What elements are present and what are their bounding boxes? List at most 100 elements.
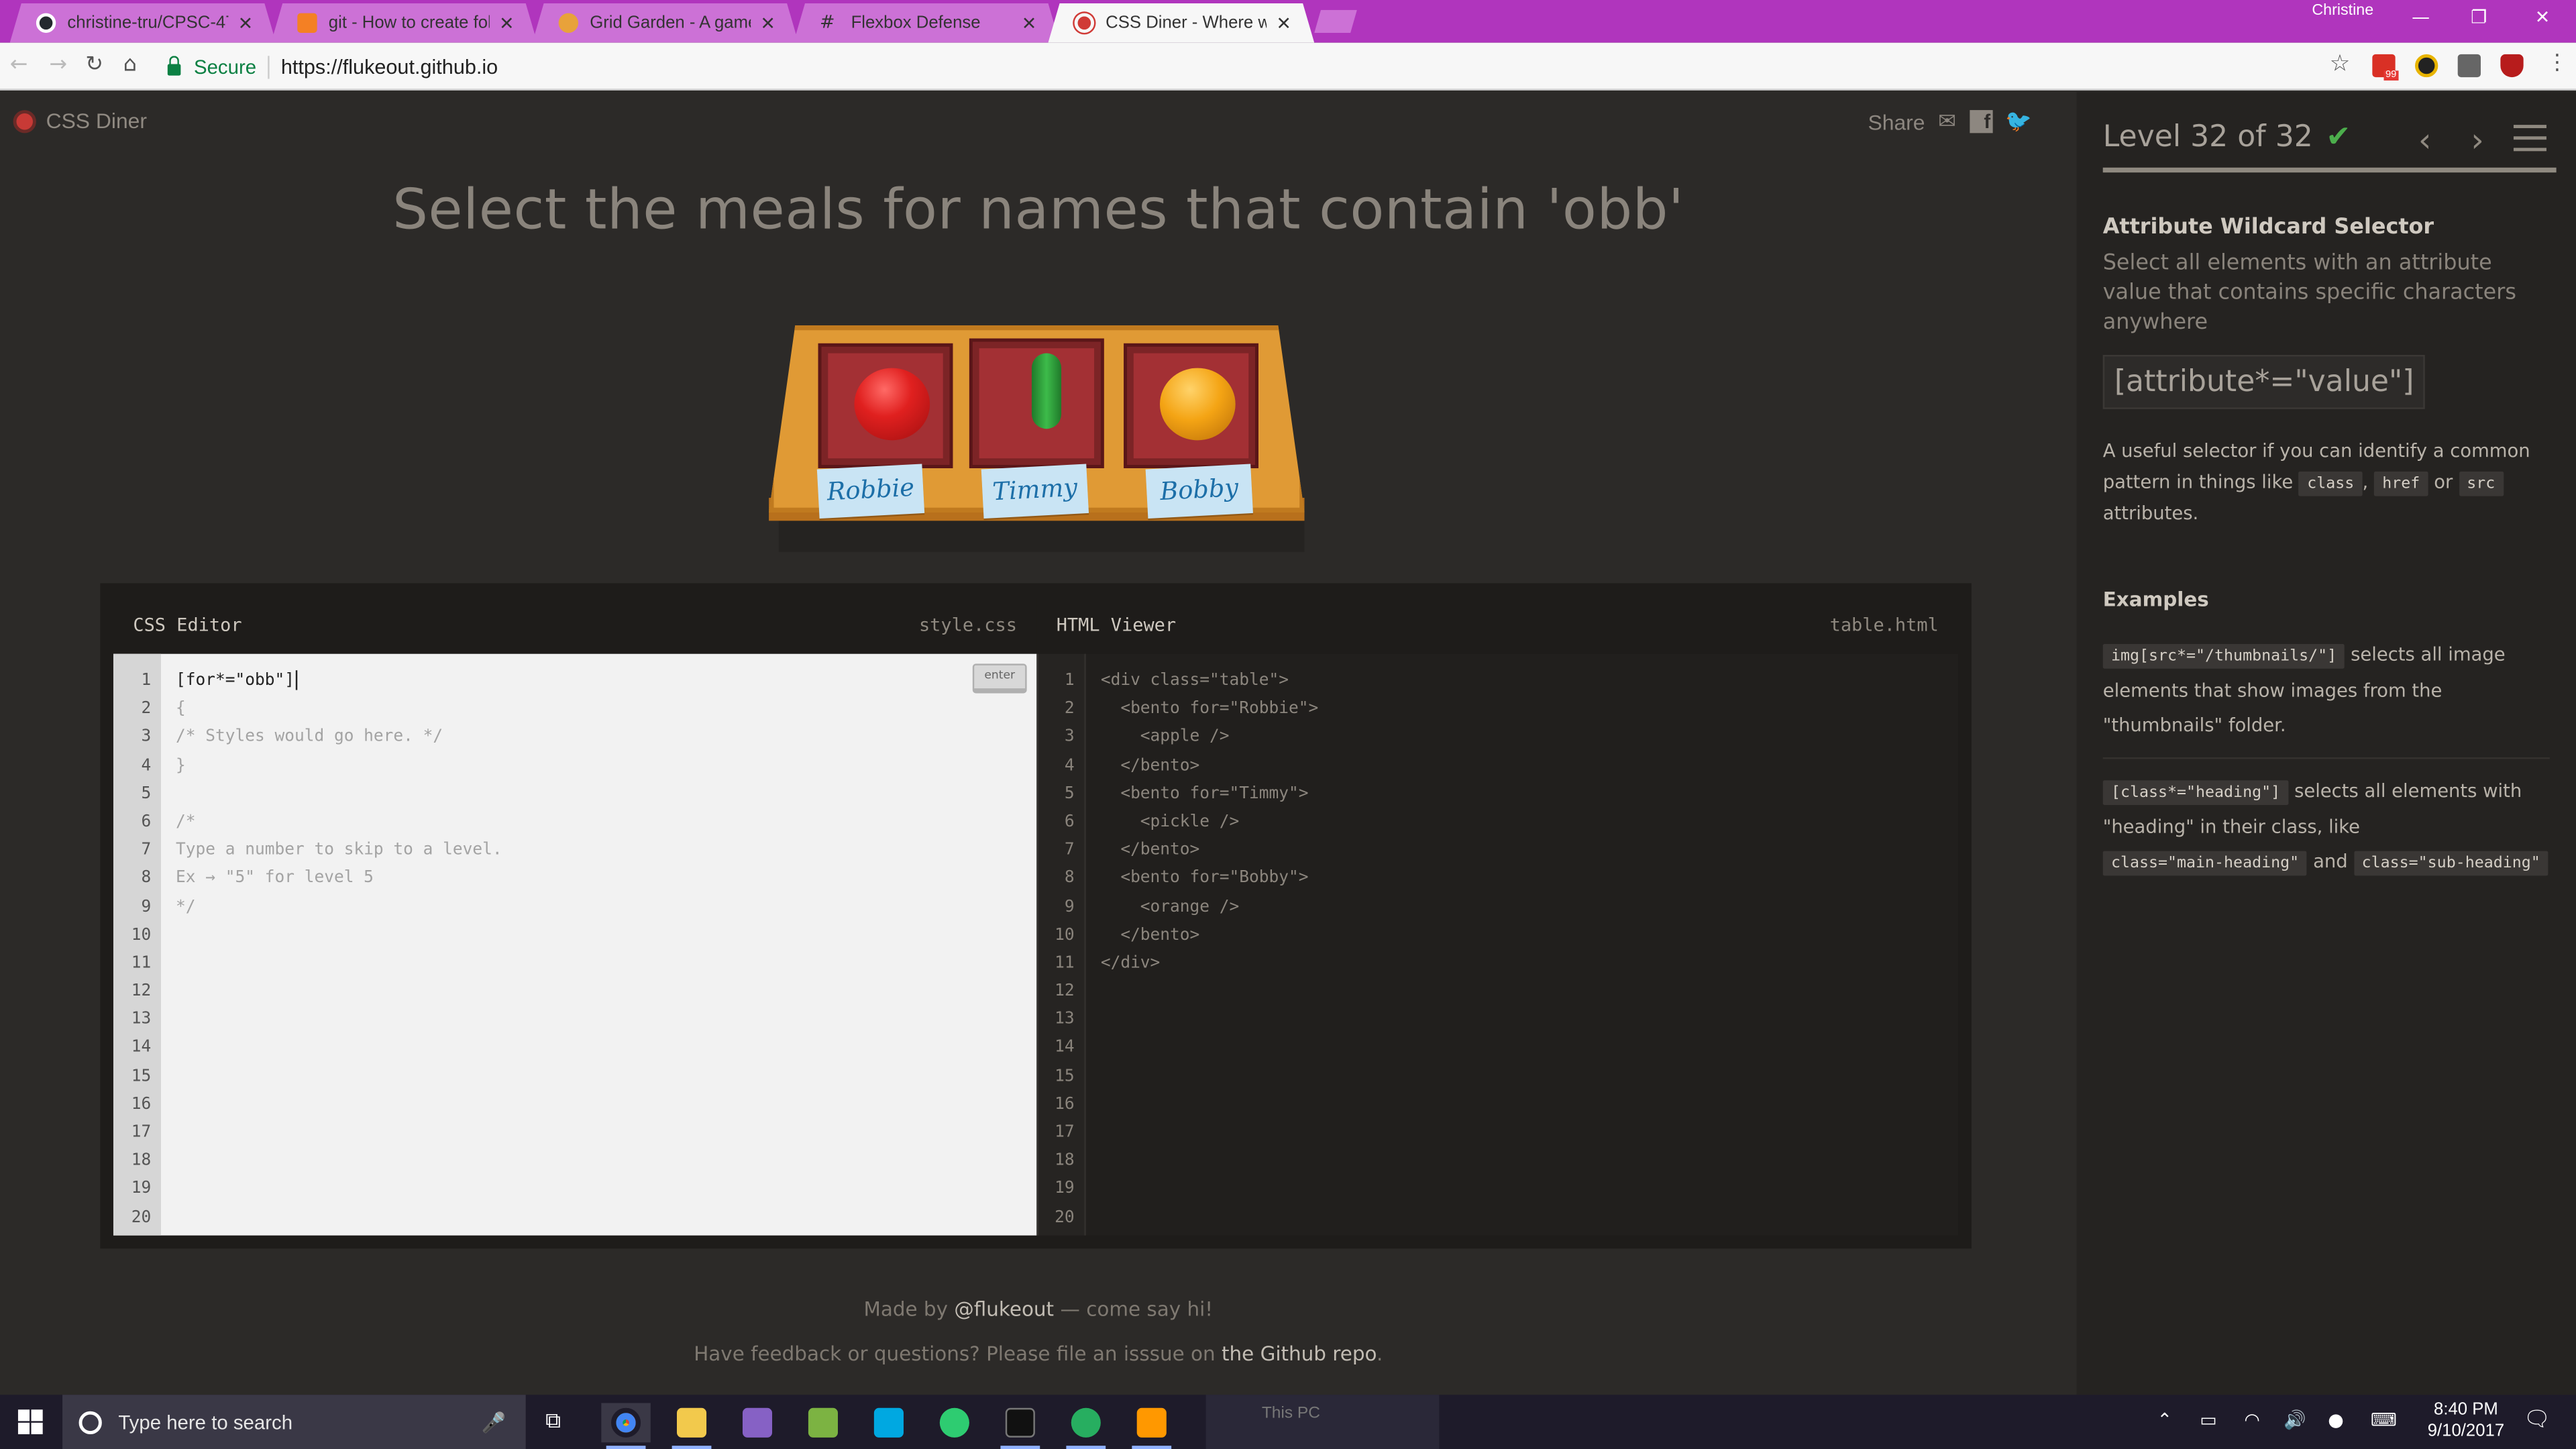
brand[interactable]: CSS Diner [13, 109, 147, 133]
orange-icon[interactable] [1159, 368, 1236, 441]
line-number: 16 [1055, 1095, 1075, 1114]
line-number: 9 [1064, 898, 1075, 916]
sk-extension-icon[interactable] [2457, 54, 2481, 78]
battery-icon[interactable]: ▭ [2200, 1409, 2216, 1431]
weather-icon[interactable]: ● [2328, 1409, 2344, 1431]
new-tab-button[interactable] [1314, 10, 1357, 33]
bento-timmy[interactable] [969, 338, 1104, 468]
github-repo-link[interactable]: the Github repo [1222, 1342, 1377, 1365]
html-line[interactable]: <apple /> [1101, 723, 1942, 751]
close-tab-icon[interactable]: ✕ [1022, 12, 1037, 34]
html-line[interactable]: <pickle /> [1101, 808, 1942, 837]
system-clock[interactable]: 8:40 PM 9/10/2017 [2425, 1400, 2507, 1443]
code-chip: src [2459, 471, 2504, 496]
line-number: 5 [1064, 785, 1075, 803]
browser-toolbar: ← → ↻ ⌂ Secure https://flukeout.github.i… [0, 42, 2576, 91]
visual-studio-icon[interactable] [733, 1403, 782, 1442]
html-filename: table.html [1829, 614, 1939, 636]
previous-level-icon[interactable]: ‹ [2418, 120, 2432, 160]
bento-bobby[interactable] [1124, 343, 1258, 468]
enter-button[interactable]: enter [972, 663, 1027, 694]
close-tab-icon[interactable]: ✕ [238, 12, 254, 34]
profile-name[interactable]: Christine [2300, 1, 2385, 19]
twitter-icon[interactable]: 🐦 [2005, 109, 2032, 135]
browser-tab-active[interactable]: CSS Diner - Where we fe ✕ [1048, 3, 1314, 43]
maximize-icon[interactable]: ❐ [2471, 7, 2487, 28]
terminal-icon[interactable] [996, 1403, 1044, 1449]
close-tab-icon[interactable]: ✕ [760, 12, 775, 34]
css-code: [for*="obb"] { /* Styles would go here. … [176, 667, 1020, 921]
browser-tab[interactable]: git - How to create folde ✕ [271, 3, 537, 43]
coin-extension-icon[interactable] [2415, 54, 2438, 78]
keyboard-icon[interactable]: ⌨ [2371, 1409, 2397, 1431]
window-preview[interactable]: This PC [1205, 1395, 1440, 1449]
html-line[interactable]: <bento for="Robbie"> [1101, 695, 1942, 723]
address-bar[interactable]: Secure https://flukeout.github.io [158, 49, 2363, 83]
task-view-icon[interactable]: ⧉ [545, 1409, 561, 1434]
html-line[interactable]: <div class="table"> [1101, 667, 1942, 695]
facebook-icon[interactable]: f [1969, 110, 1992, 133]
code-line: Type a number to skip to a level. [176, 841, 502, 860]
next-level-icon[interactable]: › [2471, 120, 2484, 160]
css-input[interactable]: [for*="obb"] [176, 672, 294, 690]
game-area: CSS Diner Share ✉ f 🐦 Select the meals f… [0, 92, 2077, 1395]
ublock-extension-icon[interactable] [2500, 54, 2524, 78]
browser-tab[interactable]: Grid Garden - A game fo ✕ [532, 3, 798, 43]
line-number: 8 [141, 869, 152, 888]
gitkraken-alt-icon[interactable] [1061, 1403, 1110, 1449]
gitkraken-icon[interactable] [930, 1403, 979, 1442]
chrome-taskbar-icon[interactable] [601, 1403, 651, 1449]
volume-icon[interactable]: 🔊 [2284, 1409, 2306, 1431]
selector-name: Attribute Wildcard Selector [2102, 215, 2434, 240]
line-number: 11 [1055, 954, 1075, 973]
forward-icon[interactable]: → [49, 52, 67, 77]
code-chip: [class*="heading"] [2102, 780, 2289, 806]
minimize-icon[interactable]: — [2412, 7, 2430, 28]
level-header[interactable]: Level 32 of 32 ✔ [2103, 120, 2351, 154]
file-explorer-icon[interactable] [667, 1403, 716, 1449]
github-icon [36, 13, 56, 33]
menu-icon[interactable] [2513, 125, 2546, 152]
chrome-menu-icon[interactable]: ⋮ [2546, 51, 2568, 76]
line-number: 3 [141, 728, 152, 747]
css-editor-title: CSS Editor [133, 614, 242, 636]
html-line[interactable]: </div> [1101, 949, 1942, 977]
browser-tab-strip: christine-tru/CPSC-473 ✕ git - How to cr… [0, 0, 2576, 43]
browser-tab[interactable]: # Flexbox Defense ✕ [794, 3, 1060, 43]
selector-title: Select all elements with an attribute va… [2102, 251, 2516, 335]
amazon-music-icon[interactable] [864, 1403, 913, 1442]
url-text[interactable]: https://flukeout.github.io [281, 55, 498, 78]
taskbar-search[interactable]: Type here to search 🎤 [62, 1395, 526, 1449]
home-icon[interactable]: ⌂ [123, 52, 137, 77]
email-icon[interactable]: ✉ [1938, 109, 1956, 135]
window-close-icon[interactable]: ✕ [2535, 7, 2551, 28]
microphone-icon[interactable]: 🎤 [482, 1410, 506, 1433]
html-line[interactable]: <orange /> [1101, 893, 1942, 921]
html-line[interactable]: </bento> [1101, 837, 1942, 865]
wifi-icon[interactable]: ◠ [2244, 1409, 2260, 1431]
flukeout-link[interactable]: @flukeout [954, 1298, 1054, 1321]
browser-tab[interactable]: christine-tru/CPSC-473 ✕ [10, 3, 276, 43]
close-tab-icon[interactable]: ✕ [1276, 12, 1291, 34]
bento-robbie[interactable] [818, 343, 953, 468]
html-line[interactable]: <bento for="Bobby"> [1101, 865, 1942, 893]
table-shadow [778, 515, 1305, 552]
reload-icon[interactable]: ↻ [85, 52, 103, 77]
windows-start-icon[interactable] [17, 1409, 43, 1434]
html-line[interactable]: <bento for="Timmy"> [1101, 780, 1942, 808]
action-center-icon[interactable]: 🗨 [2524, 1408, 2551, 1433]
share-label: Share [1868, 109, 1925, 134]
bookmark-star-icon[interactable]: ☆ [2330, 51, 2351, 77]
apple-icon[interactable] [854, 368, 930, 441]
pickle-icon[interactable] [1031, 353, 1062, 429]
close-tab-icon[interactable]: ✕ [499, 12, 515, 34]
html-line[interactable]: </bento> [1101, 921, 1942, 949]
notepad-icon[interactable] [798, 1403, 847, 1442]
css-input-line[interactable]: [for*="obb"] [176, 667, 1020, 695]
level-progress [2102, 167, 2557, 173]
sublime-text-icon[interactable] [1127, 1403, 1176, 1449]
secure-label: Secure [193, 55, 257, 78]
back-icon[interactable]: ← [10, 52, 28, 77]
html-line[interactable]: </bento> [1101, 752, 1942, 780]
tray-expand-icon[interactable]: ⌃ [2157, 1409, 2173, 1431]
